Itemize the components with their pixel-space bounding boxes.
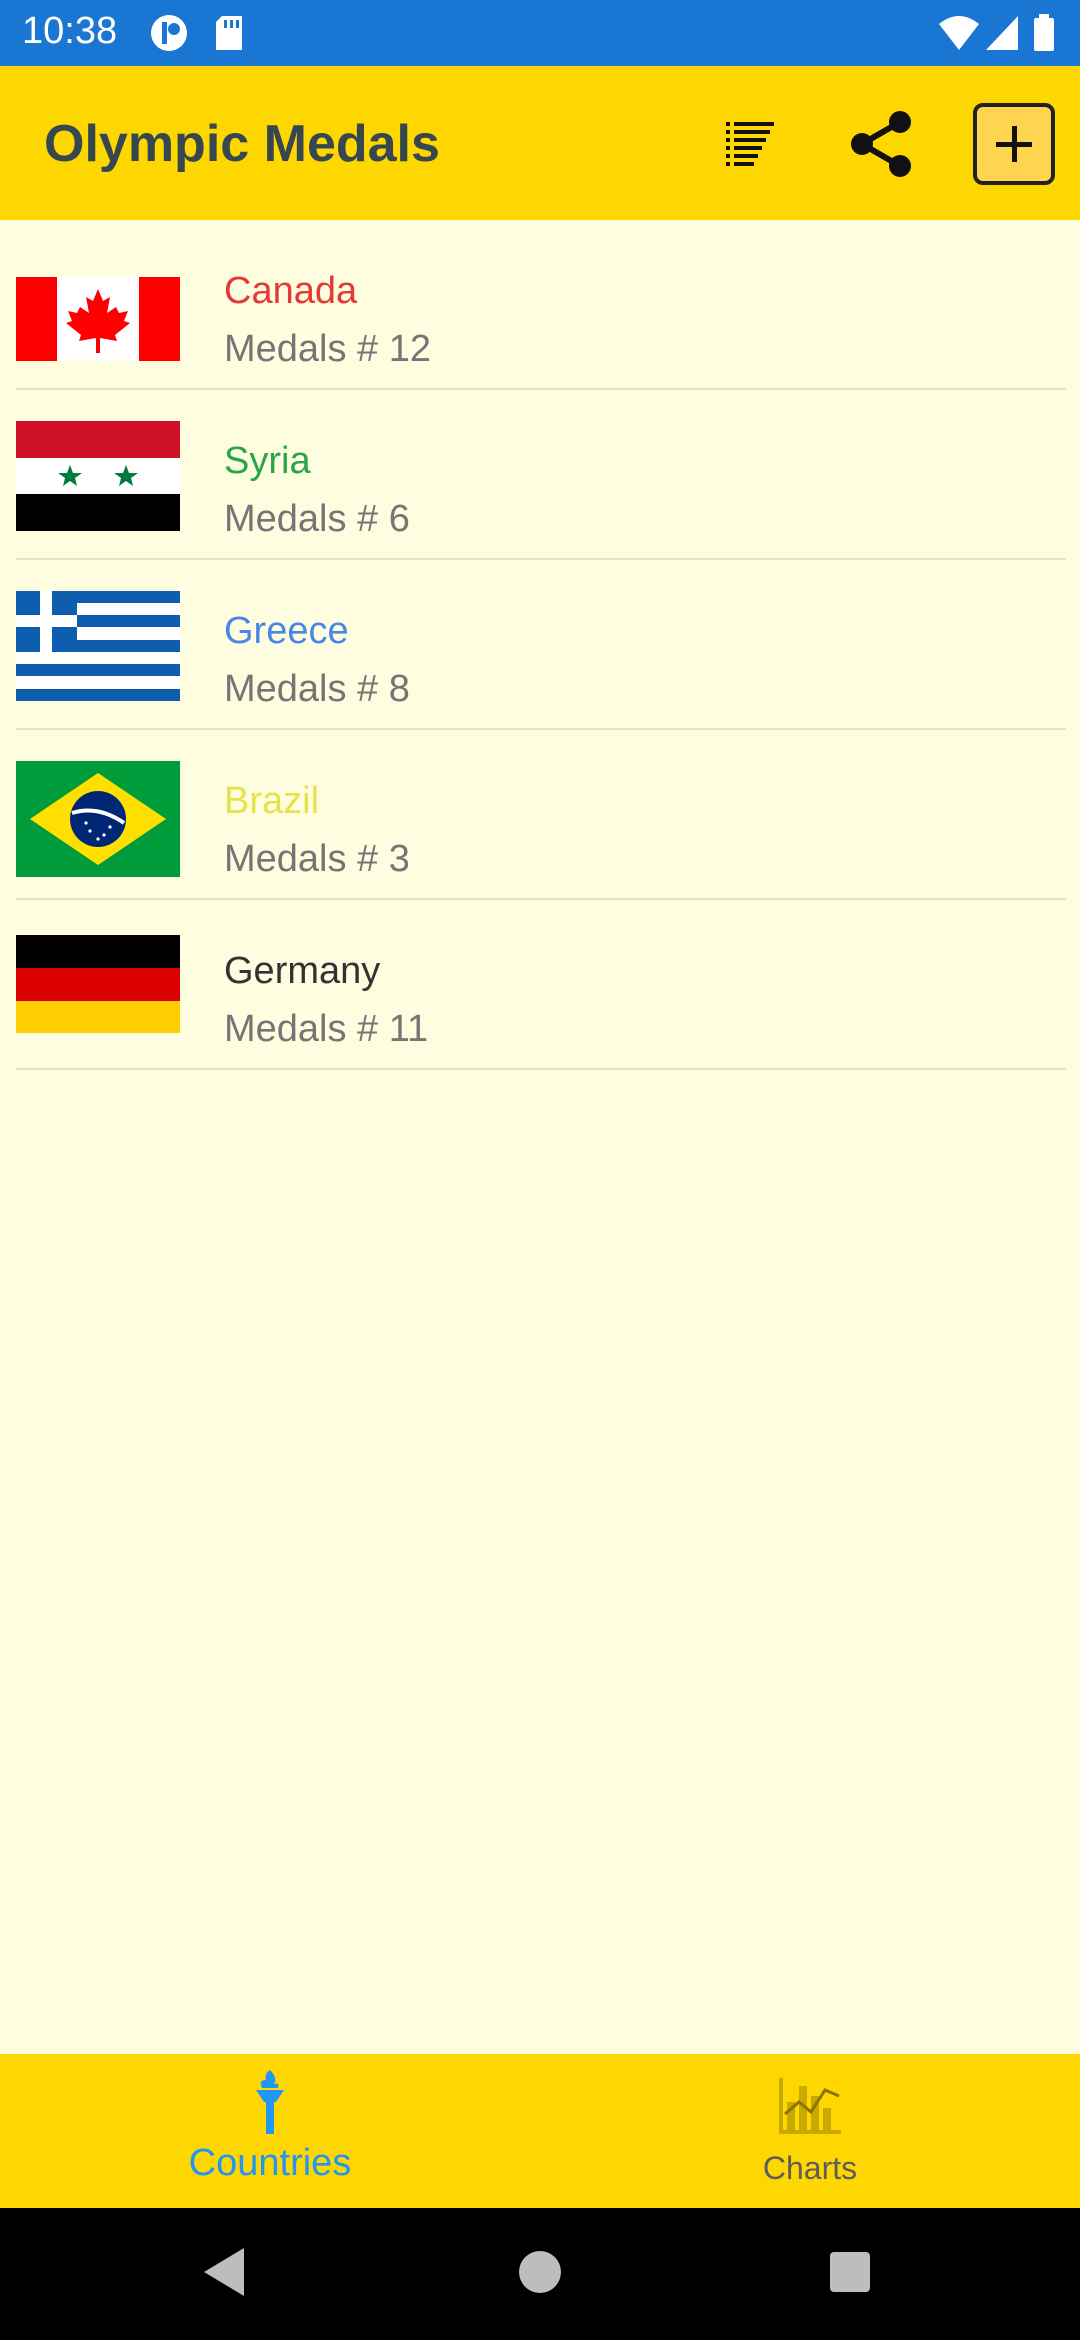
sd-card-icon [214, 14, 244, 57]
battery-icon [1032, 14, 1056, 57]
bottom-navigation: Countries Charts [0, 2054, 1080, 2208]
sort-button[interactable] [708, 102, 792, 186]
syria-flag-icon [16, 421, 180, 531]
recents-button[interactable] [828, 2244, 872, 2305]
home-button[interactable] [518, 2244, 562, 2305]
country-list: Canada Medals # 12 Syria Medals # 6 Gree… [0, 220, 1080, 1070]
canada-flag-icon [16, 277, 180, 361]
app-bar: Olympic Medals [0, 66, 1080, 220]
nav-item-charts[interactable]: Charts [540, 2054, 1080, 2208]
list-item-syria[interactable]: Syria Medals # 6 [16, 390, 1066, 560]
list-item-germany[interactable]: Germany Medals # 11 [16, 900, 1066, 1070]
medal-count: Medals # 3 [224, 838, 410, 880]
add-icon [973, 103, 1055, 185]
medal-count: Medals # 6 [224, 498, 410, 540]
country-name: Brazil [224, 780, 320, 822]
country-name: Germany [224, 950, 381, 992]
medal-count: Medals # 12 [224, 328, 432, 370]
torch-icon [250, 2068, 290, 2143]
page-title: Olympic Medals [44, 115, 440, 173]
back-icon [204, 2248, 244, 2296]
country-name: Canada [224, 270, 358, 312]
medal-count: Medals # 11 [224, 1008, 429, 1050]
home-icon [519, 2251, 561, 2293]
country-name: Syria [224, 440, 311, 482]
share-icon [851, 111, 911, 177]
back-button[interactable] [200, 2244, 248, 2305]
status-time: 10:38 [22, 10, 118, 52]
brazil-flag-icon [16, 761, 180, 877]
share-button[interactable] [840, 102, 924, 186]
add-button[interactable] [972, 102, 1056, 186]
list-item-greece[interactable]: Greece Medals # 8 [16, 560, 1066, 730]
signal-icon [984, 14, 1020, 57]
recents-icon [830, 2252, 870, 2292]
bar-chart-icon [775, 2068, 845, 2143]
status-bar: 10:38 [0, 0, 1080, 66]
notification-icon [150, 14, 188, 57]
germany-flag-icon [16, 935, 180, 1033]
nav-item-countries[interactable]: Countries [0, 2054, 540, 2208]
list-item-brazil[interactable]: Brazil Medals # 3 [16, 730, 1066, 900]
wifi-icon [938, 14, 980, 57]
sort-icon [726, 122, 774, 166]
nav-label-countries: Countries [188, 2142, 352, 2184]
greece-flag-icon [16, 591, 180, 701]
medal-count: Medals # 8 [224, 668, 410, 710]
nav-label-charts: Charts [762, 2150, 858, 2186]
system-navigation-bar [0, 2208, 1080, 2340]
country-name: Greece [224, 610, 349, 652]
list-item-canada[interactable]: Canada Medals # 12 [16, 220, 1066, 390]
